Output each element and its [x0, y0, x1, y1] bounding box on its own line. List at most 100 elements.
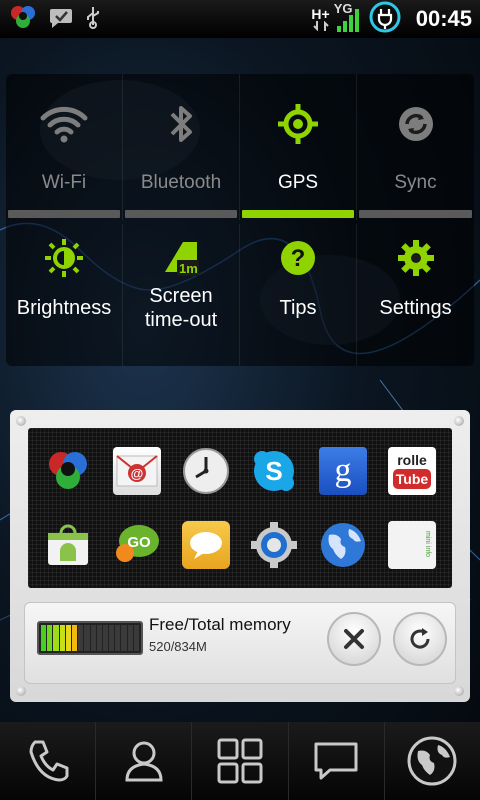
screw-icon — [454, 416, 464, 426]
memory-bar-segment — [121, 625, 127, 651]
action-row: Brightness 1m Screen time-out ? Tips Set… — [6, 224, 474, 366]
action-settings[interactable]: Settings — [357, 224, 474, 366]
youtube-text-bottom: Tube — [395, 471, 428, 487]
dock-internet[interactable] — [385, 722, 480, 800]
close-all-apps-button[interactable] — [327, 612, 381, 666]
memory-bar-segment — [65, 625, 71, 651]
refresh-button[interactable] — [393, 612, 447, 666]
app-settings[interactable] — [240, 508, 309, 582]
brightness-icon — [44, 236, 84, 280]
network-type-indicator: H+ — [311, 7, 330, 31]
toggle-state-bar — [8, 210, 120, 218]
email-glyph: @ — [131, 466, 144, 481]
app-youtube[interactable]: rolle Tube — [377, 434, 446, 508]
dock — [0, 722, 480, 800]
mini-info-glyph: mini info — [424, 531, 431, 557]
email-app-icon: @ — [112, 447, 161, 495]
action-screen-timeout[interactable]: 1m Screen time-out — [123, 224, 240, 366]
settings-icon — [396, 236, 436, 280]
toggle-label: Wi-Fi — [41, 172, 87, 193]
action-label: Brightness — [16, 297, 112, 319]
dock-phone[interactable] — [0, 722, 97, 800]
app-htc-sense[interactable] — [34, 434, 103, 508]
memory-bar-segment — [53, 625, 59, 651]
quick-settings-panel: Wi-Fi Bluetooth GPS Sync Brightness 1m S… — [6, 74, 474, 366]
memory-value: 520/834M — [149, 639, 207, 654]
all-apps-icon — [217, 738, 263, 784]
status-bar: H+ YG 00:45 — [0, 0, 480, 38]
app-go-sms[interactable]: GO — [103, 508, 172, 582]
toggle-sync[interactable]: Sync — [357, 74, 474, 220]
battery-charging-icon — [368, 0, 402, 39]
settings-app-icon — [250, 521, 298, 569]
go-sms-glyph: GO — [127, 534, 151, 551]
memory-title: Free/Total memory — [149, 615, 291, 634]
signal-strength-icon: YG — [334, 2, 362, 34]
toggle-label: GPS — [277, 172, 319, 193]
skype-app-icon: S — [250, 447, 298, 495]
action-tips[interactable]: ? Tips — [240, 224, 357, 366]
screen-timeout-icon: 1m — [161, 236, 201, 280]
memory-bar-segment — [96, 625, 102, 651]
app-market[interactable] — [34, 508, 103, 582]
internet-globe-icon — [407, 736, 457, 786]
app-manager-widget: @ S g rolle Tube GO mini info Free/Total… — [10, 410, 470, 702]
memory-bar-segment — [109, 625, 115, 651]
running-apps-grid: @ S g rolle Tube GO mini info — [28, 428, 452, 588]
toggle-state-bar — [359, 210, 472, 218]
toggle-row: Wi-Fi Bluetooth GPS Sync — [6, 74, 474, 220]
htc-sense-icon — [8, 4, 38, 35]
contacts-icon — [125, 741, 163, 782]
action-brightness[interactable]: Brightness — [6, 224, 123, 366]
memory-bar-segment — [84, 625, 90, 651]
app-browser[interactable] — [309, 508, 378, 582]
clock: 00:45 — [415, 6, 472, 31]
chat-icon — [48, 5, 74, 34]
close-icon — [344, 629, 364, 649]
skype-glyph: S — [266, 456, 283, 486]
app-google[interactable]: g — [309, 434, 378, 508]
app-clock[interactable] — [171, 434, 240, 508]
timeout-badge: 1m — [179, 261, 198, 276]
toggle-label: Bluetooth — [140, 172, 222, 193]
screw-icon — [454, 686, 464, 696]
toggle-gps[interactable]: GPS — [240, 74, 357, 220]
toggle-state-bar — [125, 210, 237, 218]
toggle-bluetooth[interactable]: Bluetooth — [123, 74, 240, 220]
screw-icon — [16, 416, 26, 426]
dock-contacts[interactable] — [96, 722, 193, 800]
youtube-app-icon: rolle Tube — [387, 447, 436, 495]
memory-bar-segment — [127, 625, 133, 651]
refresh-icon — [410, 628, 430, 649]
app-email[interactable]: @ — [103, 434, 172, 508]
app-messages[interactable] — [171, 508, 240, 582]
memory-panel: Free/Total memory 520/834M — [24, 602, 456, 684]
usb-icon — [84, 5, 102, 34]
memory-bar-segment — [47, 625, 53, 651]
action-label: Screen time-out — [144, 285, 218, 331]
bluetooth-icon — [166, 104, 196, 144]
go-sms-app-icon: GO — [113, 521, 161, 569]
action-label: Settings — [379, 297, 452, 319]
dock-messages[interactable] — [289, 722, 385, 800]
app-skype[interactable]: S — [240, 434, 309, 508]
gps-icon — [276, 104, 320, 144]
tips-glyph: ? — [291, 245, 306, 272]
clock-app-icon — [182, 447, 230, 495]
htc-sense-app-icon — [44, 447, 92, 495]
memory-bar-segment — [78, 625, 84, 651]
app-mini-info[interactable]: mini info — [377, 508, 446, 582]
phone-icon — [29, 740, 69, 782]
memory-bar-segment — [71, 625, 78, 651]
action-label: Tips — [279, 297, 317, 319]
memory-bar-segment — [115, 625, 121, 651]
screw-icon — [16, 686, 26, 696]
wifi-icon — [39, 104, 89, 144]
memory-bar-segment — [90, 625, 96, 651]
dock-all-apps[interactable] — [192, 722, 289, 800]
toggle-wifi[interactable]: Wi-Fi — [6, 74, 123, 220]
memory-usage-bar — [37, 621, 143, 655]
youtube-text-top: rolle — [397, 452, 427, 468]
tips-icon: ? — [278, 236, 318, 280]
mini-info-app-icon: mini info — [387, 521, 436, 569]
